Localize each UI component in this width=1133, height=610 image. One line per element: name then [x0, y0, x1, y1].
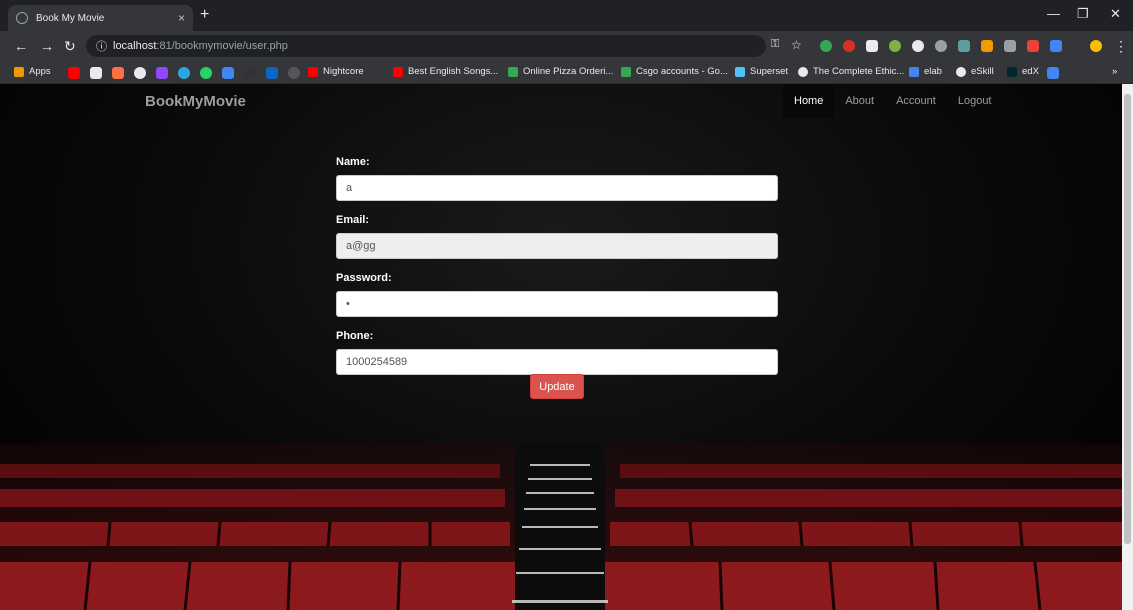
bookmark-complete-ethic[interactable]: The Complete Ethic...: [798, 66, 904, 77]
scrollbar-thumb[interactable]: [1124, 94, 1131, 544]
nav-logout[interactable]: Logout: [947, 84, 1003, 118]
globe-icon: [16, 12, 28, 24]
bookmark-superset[interactable]: Superset: [735, 66, 788, 77]
bookmark-icon[interactable]: [288, 67, 300, 79]
telegram-icon[interactable]: [178, 67, 190, 79]
password-input[interactable]: [336, 291, 778, 317]
apps-grid-icon: [14, 66, 24, 77]
sheets-icon: [621, 66, 631, 77]
extension-icon[interactable]: [1027, 40, 1039, 52]
youtube-icon: [308, 66, 318, 77]
linkedin-icon[interactable]: [266, 67, 278, 79]
key-icon[interactable]: ⚿: [771, 38, 779, 51]
bookmark-online-pizza[interactable]: Online Pizza Orderi...: [508, 66, 613, 77]
menu-icon[interactable]: ⋮: [1114, 38, 1128, 55]
nav-home[interactable]: Home: [783, 84, 835, 118]
phone-label: Phone:: [336, 330, 374, 342]
bookmarks-bar: Apps Nightcore Best English Songs... Onl…: [0, 61, 1133, 84]
youtube-icon[interactable]: [68, 67, 80, 79]
bookmark-icon[interactable]: [112, 67, 124, 79]
email-input[interactable]: [336, 233, 778, 259]
youtube-icon: [393, 66, 403, 77]
email-label: Email:: [336, 214, 370, 226]
forward-icon[interactable]: →: [40, 38, 54, 54]
drive-icon[interactable]: [1047, 67, 1059, 79]
main-nav: Home About Account Logout: [783, 84, 1003, 118]
twitch-icon[interactable]: [156, 67, 168, 79]
bookmark-best-english-songs[interactable]: Best English Songs...: [393, 66, 498, 77]
github-icon[interactable]: [244, 67, 256, 79]
extension-icon[interactable]: [820, 40, 832, 52]
bookmark-nightcore[interactable]: Nightcore: [308, 66, 364, 77]
minimize-icon[interactable]: —: [1047, 6, 1060, 21]
bookmark-apps[interactable]: Apps: [14, 66, 51, 77]
mail-icon[interactable]: [90, 67, 102, 79]
extension-icon[interactable]: [1050, 40, 1062, 52]
window-close-icon[interactable]: ✕: [1110, 6, 1121, 22]
bookmark-icon[interactable]: [222, 67, 234, 79]
nav-about[interactable]: About: [834, 84, 885, 118]
avatar[interactable]: [1090, 40, 1102, 52]
name-label: Name:: [336, 156, 370, 168]
extension-icon[interactable]: [958, 40, 970, 52]
url-host: localhost: [113, 40, 157, 52]
address-row: ← → ↻ ⓘ localhost:81/bookmymovie/user.ph…: [0, 31, 1133, 61]
tab-title: Book My Movie: [36, 12, 105, 24]
info-icon: ⓘ: [96, 41, 107, 53]
close-icon[interactable]: ×: [178, 11, 185, 25]
extension-icon[interactable]: [1004, 40, 1016, 52]
theater-seats-background: [0, 444, 1122, 610]
tab-book-my-movie[interactable]: Book My Movie ×: [8, 5, 193, 31]
star-icon[interactable]: ☆: [791, 38, 802, 52]
bookmark-icon: [1007, 66, 1017, 77]
bookmark-icon: [735, 66, 745, 77]
bookmark-eskill[interactable]: eSkill: [956, 66, 994, 77]
whatsapp-icon[interactable]: [200, 67, 212, 79]
bookmark-icon: [909, 66, 919, 77]
password-label: Password:: [336, 272, 392, 284]
url-path: :81/bookmymovie/user.php: [156, 40, 288, 52]
sheets-icon: [508, 66, 518, 77]
globe-icon: [798, 66, 808, 77]
brand-logo[interactable]: BookMyMovie: [145, 93, 246, 110]
bookmarks-overflow[interactable]: »: [1112, 66, 1117, 77]
phone-input[interactable]: [336, 349, 778, 375]
nav-account[interactable]: Account: [885, 84, 947, 118]
address-bar[interactable]: ⓘ localhost:81/bookmymovie/user.php: [86, 35, 766, 57]
user-profile-form: Name: Email: Password: Phone: Update: [336, 156, 778, 399]
page-scrollbar[interactable]: [1122, 84, 1133, 610]
page-content: BookMyMovie Home About Account Logout Na…: [0, 84, 1122, 610]
reload-icon[interactable]: ↻: [64, 38, 76, 55]
extension-icon[interactable]: [843, 40, 855, 52]
update-button[interactable]: Update: [530, 374, 584, 399]
name-input[interactable]: [336, 175, 778, 201]
extension-icon[interactable]: [889, 40, 901, 52]
github-icon[interactable]: [134, 67, 146, 79]
extension-icon[interactable]: [981, 40, 993, 52]
restore-icon[interactable]: ❐: [1077, 6, 1089, 22]
new-tab-button[interactable]: +: [200, 6, 209, 24]
tab-bar: Book My Movie × + — ❐ ✕: [0, 0, 1133, 31]
extension-icon[interactable]: [912, 40, 924, 52]
extension-icon[interactable]: [935, 40, 947, 52]
browser-chrome: Book My Movie × + — ❐ ✕ ← → ↻ ⓘ localhos…: [0, 0, 1133, 84]
globe-icon: [956, 66, 966, 77]
bookmark-elab[interactable]: elab: [909, 66, 942, 77]
bookmark-csgo-accounts[interactable]: Csgo accounts - Go...: [621, 66, 728, 77]
back-icon[interactable]: ←: [14, 38, 28, 54]
bookmark-edx[interactable]: edX: [1007, 66, 1039, 77]
extension-icon[interactable]: [866, 40, 878, 52]
